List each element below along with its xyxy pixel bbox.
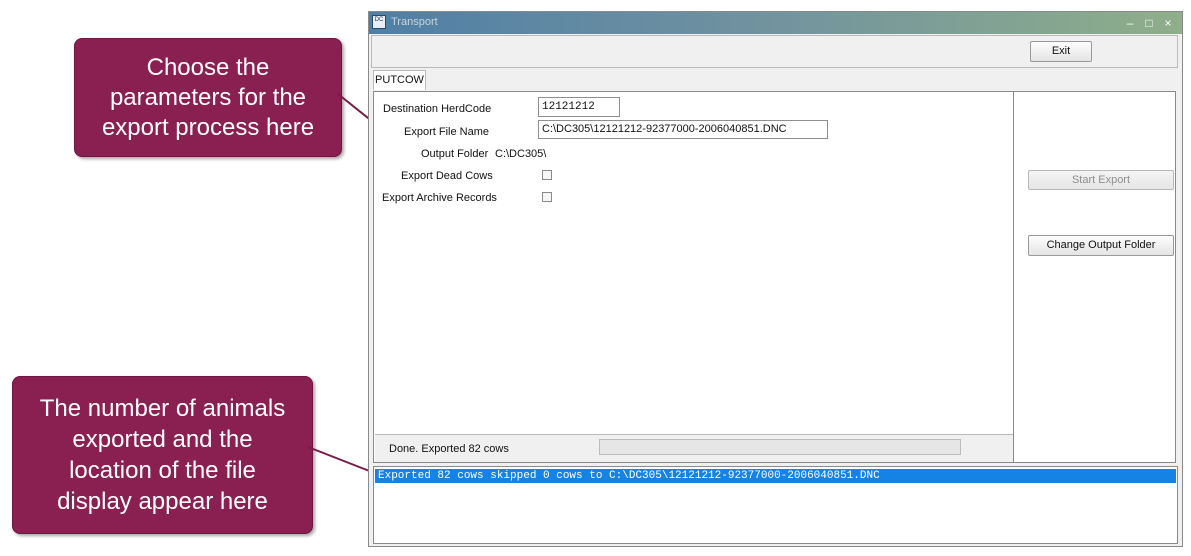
close-icon[interactable]: × bbox=[1160, 15, 1176, 31]
transport-window: DC Transport – □ × Exit PUTCOW Destinati… bbox=[368, 11, 1183, 547]
window-titlebar[interactable]: DC Transport – □ × bbox=[369, 12, 1182, 34]
destination-herdcode-label: Destination HerdCode bbox=[383, 103, 492, 115]
window-title: Transport bbox=[391, 16, 438, 28]
status-text: Done. Exported 82 cows bbox=[389, 443, 509, 455]
callout-parameters: Choose the parameters for the export pro… bbox=[74, 38, 342, 157]
export-file-name-label: Export File Name bbox=[404, 126, 489, 138]
export-archive-records-checkbox[interactable] bbox=[542, 192, 552, 202]
callout-export-result-line: display appear here bbox=[57, 488, 268, 515]
callout-parameters-line: export process here bbox=[101, 113, 315, 141]
export-dead-cows-checkbox[interactable] bbox=[542, 170, 552, 180]
change-output-folder-button[interactable]: Change Output Folder bbox=[1028, 235, 1174, 256]
export-archive-records-label: Export Archive Records bbox=[382, 192, 497, 204]
minimize-icon[interactable]: – bbox=[1122, 15, 1138, 31]
exit-button[interactable]: Exit bbox=[1030, 41, 1092, 62]
output-folder-value: C:\DC305\ bbox=[495, 148, 547, 160]
export-dead-cows-label: Export Dead Cows bbox=[401, 170, 493, 182]
export-log-list[interactable]: Exported 82 cows skipped 0 cows to C:\DC… bbox=[373, 466, 1178, 544]
destination-herdcode-input[interactable]: 12121212 bbox=[538, 97, 620, 117]
callout-export-result-line: exported and the bbox=[72, 426, 253, 453]
export-parameters-panel: Destination HerdCode 12121212 Export Fil… bbox=[373, 91, 1014, 463]
output-folder-label: Output Folder bbox=[421, 148, 489, 160]
log-entry[interactable]: Exported 82 cows skipped 0 cows to C:\DC… bbox=[375, 469, 1176, 483]
callout-parameters-line: Choose the bbox=[146, 53, 270, 81]
export-progress-bar bbox=[599, 439, 961, 455]
maximize-icon[interactable]: □ bbox=[1141, 15, 1157, 31]
export-file-name-input[interactable]: C:\DC305\12121212-92377000-2006040851.DN… bbox=[538, 120, 828, 139]
callout-parameters-line: parameters for the bbox=[109, 83, 307, 111]
start-export-button[interactable]: Start Export bbox=[1028, 170, 1174, 190]
actions-panel: Start Export Change Output Folder bbox=[1014, 91, 1176, 463]
status-bar: Done. Exported 82 cows bbox=[375, 434, 1013, 462]
callout-export-result-line: The number of animals bbox=[39, 395, 286, 422]
tab-putcow[interactable]: PUTCOW bbox=[373, 70, 426, 90]
callout-export-result-line: location of the file bbox=[69, 457, 256, 484]
app-icon: DC bbox=[372, 15, 386, 29]
callout-export-result: The number of animals exported and the l… bbox=[12, 376, 313, 534]
callout-export-result-leader bbox=[307, 446, 373, 473]
